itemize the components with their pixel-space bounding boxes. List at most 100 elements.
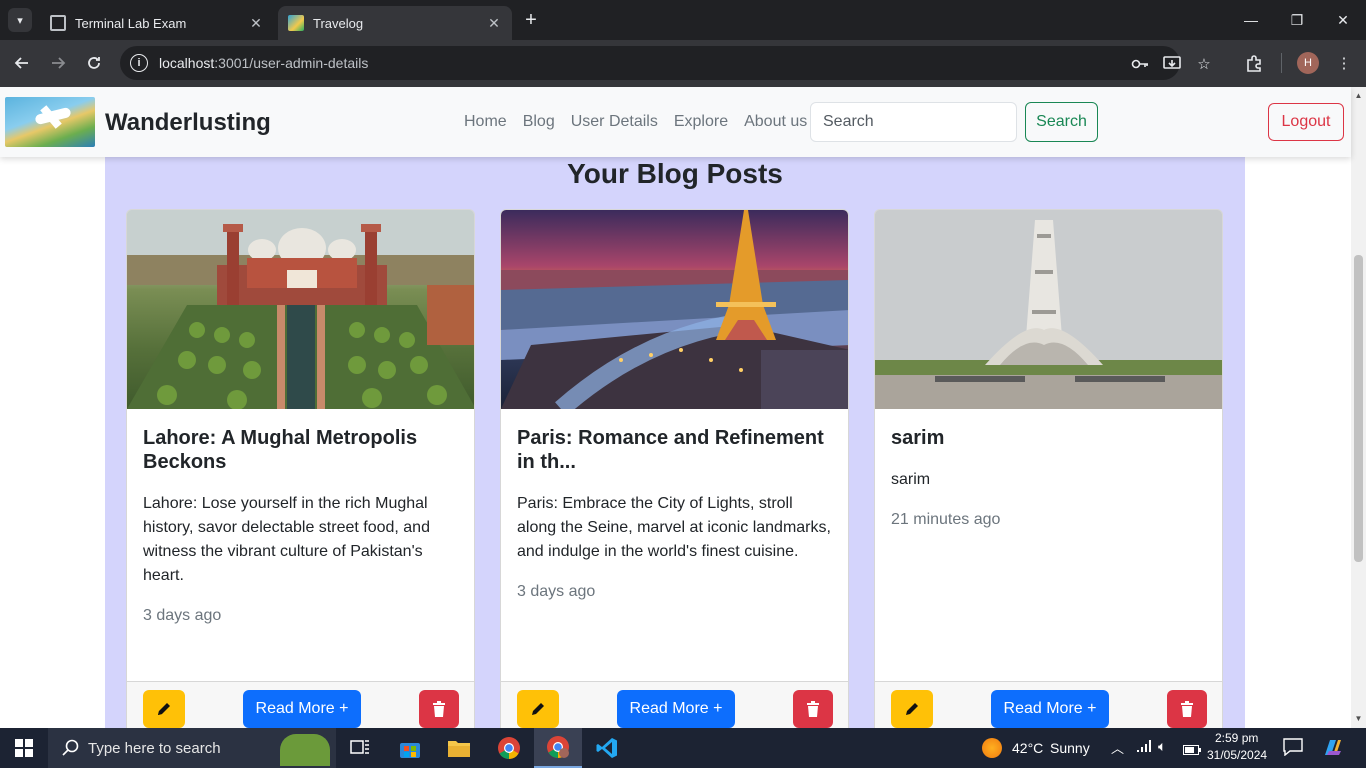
folder-icon [448, 741, 470, 757]
tab-close-icon[interactable]: ✕ [248, 15, 264, 32]
site-search-input[interactable] [810, 102, 1017, 142]
store-icon [400, 743, 420, 758]
taskbar-chrome-app[interactable] [485, 728, 533, 768]
read-more-button[interactable]: Read More + [243, 690, 361, 728]
new-tab-button[interactable]: + [520, 9, 542, 31]
edit-post-button[interactable] [517, 690, 559, 728]
pencil-icon [906, 703, 918, 715]
trash-icon [807, 701, 819, 717]
page-title: Your Blog Posts [567, 158, 783, 189]
chrome-profile-icon [547, 736, 569, 758]
blog-card-excerpt: Lahore: Lose yourself in the rich Mughal… [143, 495, 430, 584]
blog-card-image [501, 210, 848, 409]
tab-close-icon[interactable]: ✕ [486, 15, 502, 32]
brand-logo[interactable] [5, 97, 95, 147]
search-icon [62, 739, 79, 756]
battery-icon[interactable] [1183, 742, 1201, 758]
scroll-up-icon[interactable]: ▲ [1354, 91, 1363, 100]
tab-search-button[interactable]: ▾ [8, 8, 32, 32]
task-view-button[interactable] [336, 728, 384, 768]
delete-post-button[interactable] [1167, 690, 1207, 728]
taskbar-vscode-app[interactable] [583, 728, 631, 768]
nav-links: Home Blog User Details Explore About us [464, 113, 807, 131]
pencil-icon [532, 703, 544, 715]
copilot-icon[interactable] [1322, 737, 1344, 762]
blog-card-excerpt: sarim [891, 471, 931, 488]
page-viewport: Wanderlusting Home Blog User Details Exp… [0, 87, 1366, 728]
install-app-icon[interactable] [1162, 54, 1182, 74]
nav-link-blog[interactable]: Blog [523, 113, 555, 131]
logout-button[interactable]: Logout [1268, 103, 1344, 141]
nav-link-explore[interactable]: Explore [674, 113, 728, 131]
reload-icon [88, 57, 100, 69]
chrome-icon [498, 737, 520, 759]
pencil-icon [158, 703, 170, 715]
taskbar-file-explorer-app[interactable] [435, 728, 483, 768]
weather-temperature[interactable]: 42°C [1012, 740, 1043, 756]
nav-link-home[interactable]: Home [464, 113, 507, 131]
forward-arrow-icon [52, 57, 66, 69]
profile-avatar[interactable]: H [1297, 52, 1319, 74]
browser-tab-bar: ▾ Terminal Lab Exam ✕ Travelog ✕ + — ❐ ✕ [0, 0, 1366, 40]
delete-post-button[interactable] [793, 690, 833, 728]
tab-favicon-icon [50, 15, 66, 31]
notifications-icon[interactable] [1283, 738, 1303, 759]
reload-button[interactable] [82, 51, 106, 75]
forward-button[interactable] [46, 51, 70, 75]
edit-post-button[interactable] [891, 690, 933, 728]
blog-card-title: Lahore: A Mughal Metropolis Beckons [143, 427, 418, 473]
blog-card-excerpt: Paris: Embrace the City of Lights, strol… [517, 495, 831, 560]
taskbar-search-box[interactable]: Type here to search [48, 728, 336, 768]
read-more-button[interactable]: Read More + [617, 690, 735, 728]
blog-posts-section: Your Blog Posts Lahore: A Mughal Metropo… [105, 157, 1245, 728]
blog-card-timestamp: 3 days ago [517, 583, 596, 600]
password-key-icon[interactable] [1130, 54, 1150, 74]
volume-icon[interactable]: 🔈︎ [1158, 738, 1166, 755]
blog-card-footer: Read More + [501, 681, 848, 728]
page-scrollbar[interactable]: ▲ ▼ [1351, 87, 1366, 728]
blog-card-timestamp: 21 minutes ago [891, 511, 1001, 528]
network-icon[interactable] [1136, 739, 1152, 756]
minimize-button[interactable]: — [1228, 0, 1274, 40]
search-button[interactable]: Search [1025, 102, 1098, 142]
extensions-icon[interactable] [1244, 54, 1264, 74]
brand-name[interactable]: Wanderlusting [105, 109, 271, 137]
delete-post-button[interactable] [419, 690, 459, 728]
url-host: localhost [159, 55, 215, 71]
scrollbar-thumb[interactable] [1354, 255, 1363, 562]
tab-favicon-icon [288, 15, 304, 31]
trash-icon [1181, 701, 1193, 717]
taskbar-chrome-profile-app[interactable] [534, 728, 582, 768]
blog-card-title: Paris: Romance and Refinement in th... [517, 427, 824, 473]
show-hidden-icons-icon[interactable]: ︿ [1111, 738, 1124, 757]
weather-description[interactable]: Sunny [1050, 740, 1090, 756]
taskbar-store-app[interactable] [386, 728, 434, 768]
back-button[interactable] [10, 51, 34, 75]
trash-icon [433, 701, 445, 717]
blog-card-body: Paris: Romance and Refinement in th... P… [517, 426, 835, 604]
scroll-down-icon[interactable]: ▼ [1354, 714, 1363, 723]
windows-taskbar: Type here to search 42°C Sunny ︿ 🔈︎ 2:59… [0, 728, 1366, 768]
start-button[interactable] [0, 728, 48, 768]
toolbar-separator [1281, 53, 1282, 73]
blog-card-footer: Read More + [875, 681, 1222, 728]
site-info-icon[interactable]: i [130, 54, 148, 72]
address-bar[interactable]: i localhost:3001/user-admin-details ☆ [120, 46, 1211, 80]
weather-sun-icon[interactable] [982, 738, 1002, 758]
browser-menu-icon[interactable]: ⋮ [1334, 53, 1354, 73]
close-window-button[interactable]: ✕ [1320, 0, 1366, 40]
blog-card-body: Lahore: A Mughal Metropolis Beckons Laho… [143, 426, 461, 628]
tab-title: Terminal Lab Exam [75, 15, 187, 31]
bookmark-star-icon[interactable]: ☆ [1194, 54, 1214, 74]
nav-link-about-us[interactable]: About us [744, 113, 807, 131]
nav-link-user-details[interactable]: User Details [571, 113, 658, 131]
edit-post-button[interactable] [143, 690, 185, 728]
browser-tab-travelog[interactable]: Travelog ✕ [278, 6, 512, 40]
url-path: :3001/user-admin-details [214, 55, 369, 71]
clock-date[interactable]: 31/05/2024 [1207, 748, 1267, 762]
clock-time[interactable]: 2:59 pm [1215, 731, 1258, 745]
browser-tab-terminal-lab-exam[interactable]: Terminal Lab Exam ✕ [40, 6, 274, 40]
read-more-button[interactable]: Read More + [991, 690, 1109, 728]
restore-button[interactable]: ❐ [1274, 0, 1320, 40]
task-view-icon [350, 740, 369, 754]
